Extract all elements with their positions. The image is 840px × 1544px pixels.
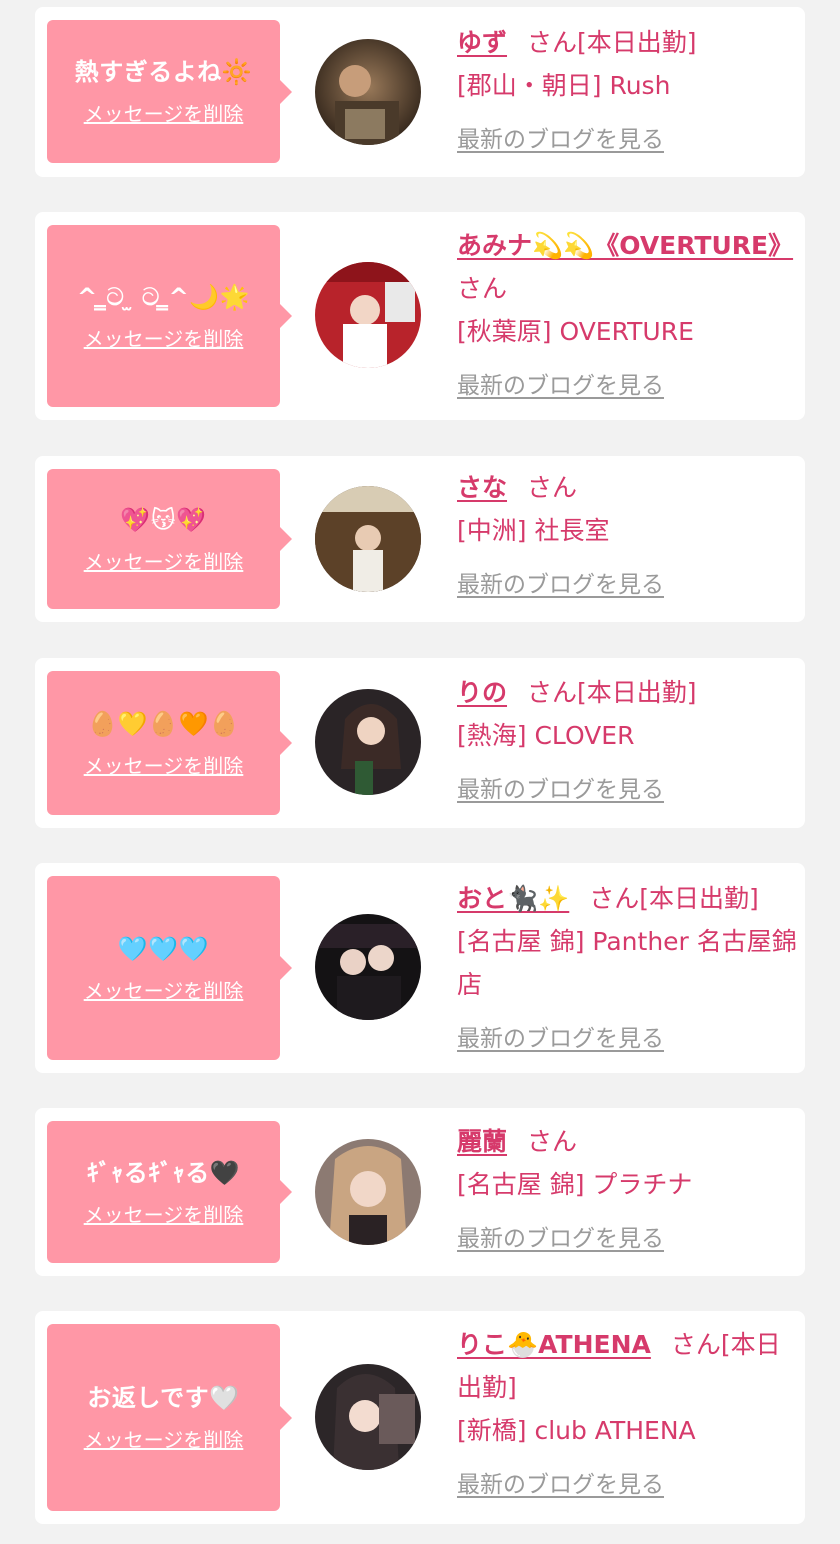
shop-info: [名古屋 錦] Panther 名古屋錦店 [457,927,797,999]
message-card: ^ ̳ට ̫ ට ̳^🌙🌟 メッセージを削除 あみナ💫💫《OVERTURE》さん… [35,212,805,420]
shop-info: [秋葉原] OVERTURE [457,317,694,346]
delete-message-link[interactable]: メッセージを削除 [84,546,244,575]
avatar[interactable] [315,262,421,368]
cast-info: おと🐈‍⬛✨ さん[本日出勤] [名古屋 錦] Panther 名古屋錦店 最新の… [457,877,797,1061]
message-text: ^ ̳ට ̫ ට ̳^🌙🌟 [77,282,250,311]
cast-status: さん[本日出勤] [527,28,697,57]
message-card: お返しです🤍 メッセージを削除 りこ🐣ATHENA さん[本日出勤] [新橋] c… [35,1311,805,1524]
delete-message-link[interactable]: メッセージを削除 [84,750,244,779]
latest-blog-link[interactable]: 最新のブログを見る [457,119,664,162]
avatar[interactable] [315,39,421,145]
message-bubble: 🩵🩵🩵 メッセージを削除 [47,876,292,1060]
message-card: 💖😽💖 メッセージを削除 さな さん [中洲] 社長室 最新のブログを見る [35,456,805,622]
message-text: お返しです🤍 [87,1384,240,1412]
avatar[interactable] [315,689,421,795]
delete-message-link[interactable]: メッセージを削除 [84,323,244,352]
avatar[interactable] [315,486,421,592]
cast-status: さん [457,274,508,303]
cast-info: さな さん [中洲] 社長室 最新のブログを見る [457,466,795,607]
shop-info: [名古屋 錦] プラチナ [457,1170,693,1199]
cast-name-link[interactable]: さな [457,473,507,502]
message-text: 🩵🩵🩵 [117,934,210,963]
cast-info: あみナ💫💫《OVERTURE》さん [秋葉原] OVERTURE 最新のブログを… [457,224,795,408]
cast-status: さん[本日出勤] [527,678,697,707]
message-bubble: ｷﾞｬるｷﾞｬる🖤 メッセージを削除 [47,1121,292,1263]
message-card: 熱すぎるよね🔆 メッセージを削除 ゆず さん[本日出勤] [郡山・朝日] Rush… [35,7,805,177]
delete-message-link[interactable]: メッセージを削除 [84,98,244,127]
latest-blog-link[interactable]: 最新のブログを見る [457,1464,664,1507]
message-text: ｷﾞｬるｷﾞｬる🖤 [86,1158,241,1187]
shop-info: [熱海] CLOVER [457,721,635,750]
message-bubble: 熱すぎるよね🔆 メッセージを削除 [47,20,292,163]
cast-info: りこ🐣ATHENA さん[本日出勤] [新橋] club ATHENA 最新のブロ… [457,1323,795,1507]
latest-blog-link[interactable]: 最新のブログを見る [457,1018,664,1061]
message-text: 💖😽💖 [120,505,207,534]
cast-name-link[interactable]: りこ🐣ATHENA [457,1330,651,1359]
latest-blog-link[interactable]: 最新のブログを見る [457,365,664,408]
latest-blog-link[interactable]: 最新のブログを見る [457,564,664,607]
avatar[interactable] [315,914,421,1020]
message-bubble: お返しです🤍 メッセージを削除 [47,1324,292,1511]
delete-message-link[interactable]: メッセージを削除 [84,1424,244,1453]
message-card: 🥚💛🥚🧡🥚 メッセージを削除 りの さん[本日出勤] [熱海] CLOVER 最新… [35,658,805,828]
avatar[interactable] [315,1364,421,1470]
cast-status: さん [527,1127,578,1156]
message-bubble: 🥚💛🥚🧡🥚 メッセージを削除 [47,671,292,815]
cast-status: さん[本日出勤] [589,884,759,913]
shop-info: [郡山・朝日] Rush [457,71,671,100]
message-text: 熱すぎるよね🔆 [74,58,253,86]
cast-status: さん [527,473,578,502]
delete-message-link[interactable]: メッセージを削除 [84,1199,244,1228]
message-text: 🥚💛🥚🧡🥚 [87,709,240,738]
delete-message-link[interactable]: メッセージを削除 [84,975,244,1004]
message-card: 🩵🩵🩵 メッセージを削除 おと🐈‍⬛✨ さん[本日出勤] [名古屋 錦] Pant… [35,863,805,1073]
cast-name-link[interactable]: あみナ💫💫《OVERTURE》 [457,231,793,260]
shop-info: [中洲] 社長室 [457,516,610,545]
avatar[interactable] [315,1139,421,1245]
message-bubble: 💖😽💖 メッセージを削除 [47,469,292,609]
shop-info: [新橋] club ATHENA [457,1416,696,1445]
cast-name-link[interactable]: 麗蘭 [457,1127,507,1156]
message-bubble: ^ ̳ට ̫ ට ̳^🌙🌟 メッセージを削除 [47,225,292,407]
message-card: ｷﾞｬるｷﾞｬる🖤 メッセージを削除 麗蘭 さん [名古屋 錦] プラチナ 最新の… [35,1108,805,1276]
cast-info: ゆず さん[本日出勤] [郡山・朝日] Rush 最新のブログを見る [457,21,795,162]
cast-info: 麗蘭 さん [名古屋 錦] プラチナ 最新のブログを見る [457,1120,795,1261]
cast-name-link[interactable]: おと🐈‍⬛✨ [457,884,569,913]
cast-info: りの さん[本日出勤] [熱海] CLOVER 最新のブログを見る [457,671,795,812]
cast-name-link[interactable]: りの [457,678,507,707]
latest-blog-link[interactable]: 最新のブログを見る [457,1218,664,1261]
latest-blog-link[interactable]: 最新のブログを見る [457,769,664,812]
cast-name-link[interactable]: ゆず [457,28,507,57]
